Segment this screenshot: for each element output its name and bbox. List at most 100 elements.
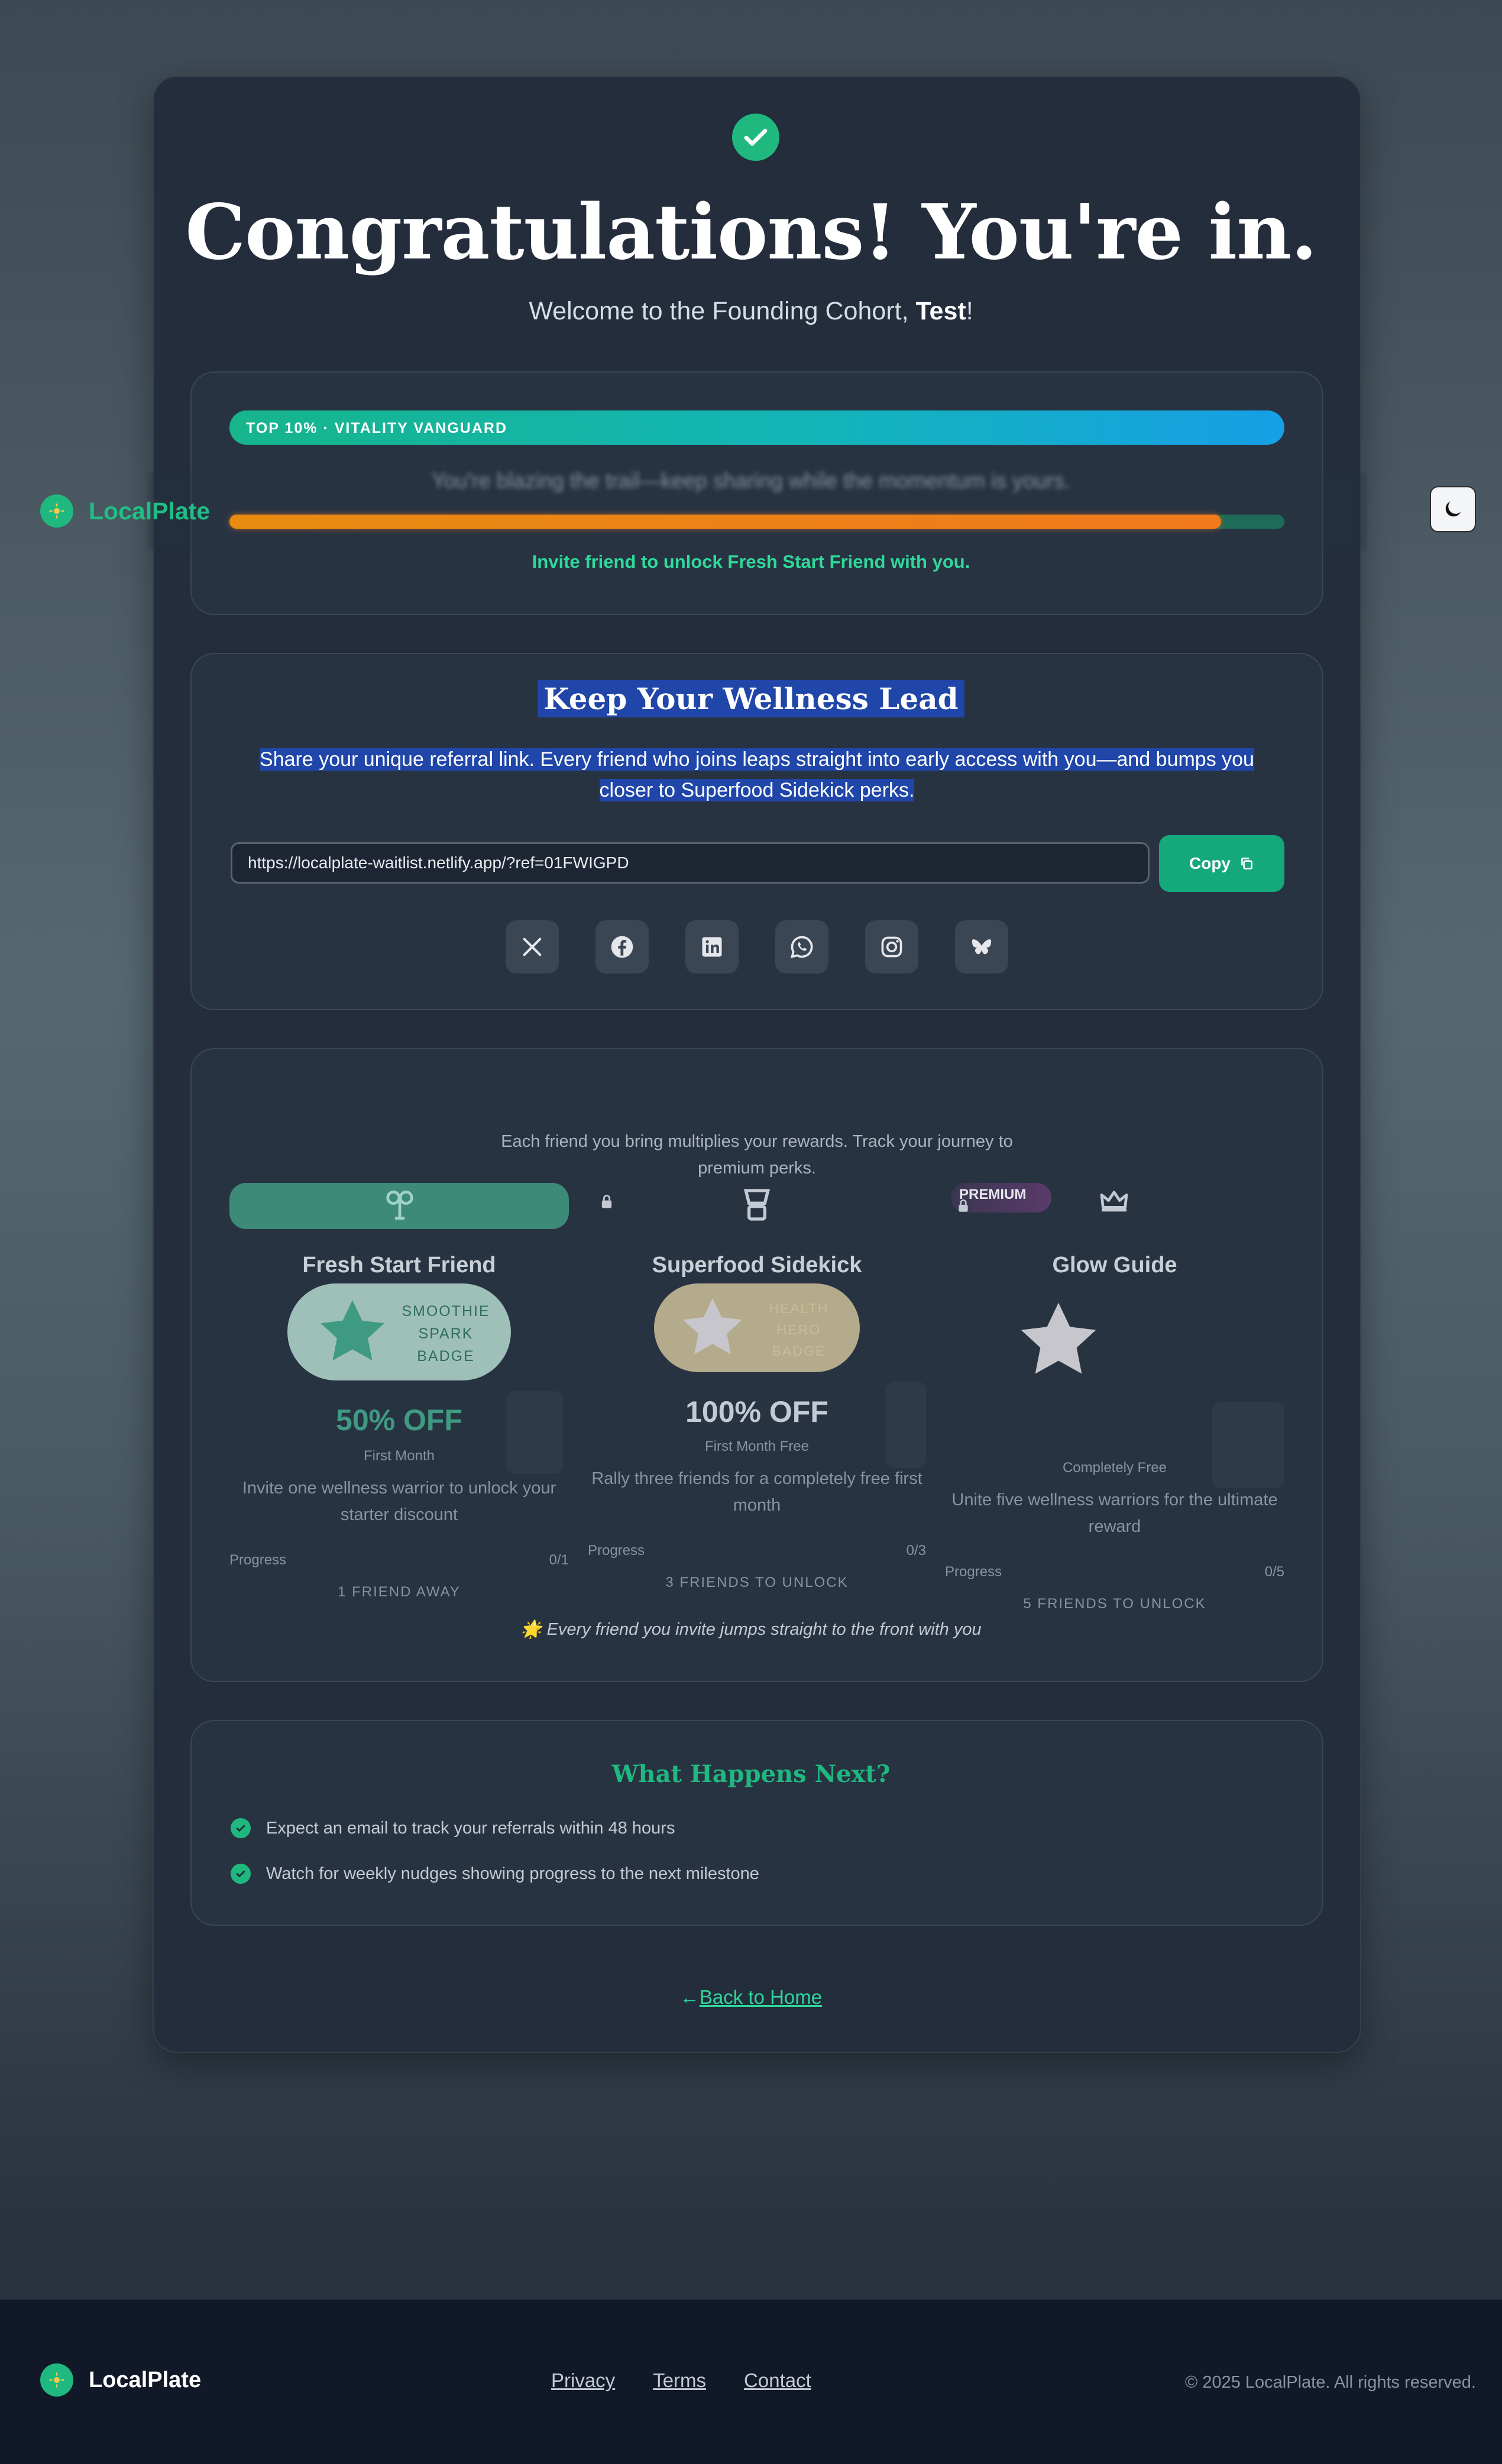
reward-description: Rally three friends for a completely fre… <box>591 1469 922 1515</box>
reward-duration: First Month <box>363 1448 435 1464</box>
theme-toggle-button[interactable] <box>1430 486 1476 532</box>
rank-badge-bar: TOP 10% · VITALITY VANGUARD <box>229 410 1284 445</box>
share-description-line1: Share your unique referral link. Every f… <box>260 748 1254 771</box>
back-to-home-link[interactable]: ←Back to Home <box>0 1986 1502 2009</box>
reward-discount: 100% OFF <box>685 1395 828 1428</box>
rewards-description: Each friend you bring multiplies your re… <box>501 1132 1013 1178</box>
reward-duration: Completely Free <box>1062 1460 1167 1476</box>
footer-link-contact[interactable]: Contact <box>744 2369 811 2392</box>
share-title: Keep Your Wellness Lead <box>0 680 1502 717</box>
reward-badge: HEALTH HERO BADGE <box>654 1283 860 1372</box>
header-backdrop <box>148 473 1366 550</box>
reward-progress-label: Progress <box>945 1564 1002 1580</box>
ribbon-icon <box>386 1191 413 1220</box>
check-circle-icon <box>231 1864 251 1884</box>
reward-badge-label: SMOOTHIE SPARK BADGE <box>399 1300 493 1367</box>
next-step-text: Watch for weekly nudges showing progress… <box>266 1864 759 1883</box>
reward-card-superfood: Superfood Sidekick HEALTH HERO BADGE 100… <box>588 1183 926 1593</box>
reward-badge: SMOOTHIE SPARK BADGE <box>287 1283 511 1380</box>
invite-hint: Invite friend to unlock Fresh Start Frie… <box>532 551 970 572</box>
page-title: Congratulations! You're in. <box>185 188 1318 277</box>
lock-icon <box>959 1199 968 1212</box>
reward-progress-label: Progress <box>588 1543 645 1558</box>
crown-icon <box>1100 1191 1128 1212</box>
instagram-icon <box>881 936 902 958</box>
reward-unlock-label: 3 FRIENDS TO UNLOCK <box>665 1574 849 1590</box>
share-bluesky-button[interactable] <box>955 920 1008 974</box>
reward-badge-label: HEALTH HERO BADGE <box>755 1298 843 1362</box>
footer-logo[interactable]: LocalPlate <box>40 2363 201 2397</box>
share-x-button[interactable] <box>506 920 559 974</box>
share-whatsapp-button[interactable] <box>775 920 828 974</box>
referral-link-input[interactable] <box>231 842 1150 884</box>
share-instagram-button[interactable] <box>865 920 918 974</box>
lock-icon <box>601 1195 612 1208</box>
share-linkedin-button[interactable] <box>685 920 739 974</box>
logo-icon <box>40 2363 73 2397</box>
bluesky-icon <box>972 939 992 955</box>
share-title-text: Keep Your Wellness Lead <box>538 680 964 717</box>
reward-unlock-label: 5 FRIENDS TO UNLOCK <box>1023 1596 1206 1612</box>
copy-button-label: Copy <box>1189 854 1231 872</box>
reward-progress-value: 0/5 <box>1264 1564 1284 1580</box>
blender-icon <box>743 1189 771 1221</box>
badge-line: BADGE <box>772 1343 826 1359</box>
reward-name: Superfood Sidekick <box>652 1253 862 1278</box>
footer: LocalPlate Privacy Terms Contact © 2025 … <box>0 2300 1502 2464</box>
rank-progress-fill <box>229 515 1221 529</box>
reward-discount: 50% OFF <box>336 1404 462 1437</box>
footer-links: Privacy Terms Contact <box>551 2369 811 2392</box>
reward-card-fresh-start: Fresh Start Friend SMOOTHIE SPARK BADGE … <box>229 1183 569 1603</box>
star-icon <box>1021 1302 1096 1374</box>
reward-progress-value: 0/3 <box>906 1543 926 1558</box>
check-circle-icon <box>231 1818 251 1838</box>
footer-link-terms[interactable]: Terms <box>653 2369 706 2392</box>
badge-line: HEALTH <box>769 1301 829 1316</box>
copyright: © 2025 LocalPlate. All rights reserved. <box>1184 2373 1476 2392</box>
facebook-icon <box>611 936 633 958</box>
check-icon <box>732 114 779 161</box>
reward-name: Fresh Start Friend <box>302 1253 496 1278</box>
reward-duration: First Month Free <box>704 1438 810 1454</box>
welcome-suffix: ! <box>966 297 973 325</box>
footer-logo-text: LocalPlate <box>89 2367 202 2392</box>
share-facebook-button[interactable] <box>595 920 649 974</box>
next-step-item: Expect an email to track your referrals … <box>231 1818 675 1838</box>
copy-button[interactable]: Copy <box>1159 835 1284 892</box>
logo-icon <box>40 494 73 528</box>
reward-name: Glow Guide <box>1052 1253 1177 1278</box>
star-icon <box>683 1298 742 1354</box>
footer-link-privacy[interactable]: Privacy <box>551 2369 615 2392</box>
whatsapp-icon <box>790 936 813 959</box>
badge-line: SPARK <box>418 1325 474 1342</box>
welcome-subtitle: Welcome to the Founding Cohort, Test! <box>0 297 1502 326</box>
rank-badge-label: TOP 10% · VITALITY VANGUARD <box>246 420 508 436</box>
reward-unlock-label: 1 FRIEND AWAY <box>338 1584 461 1600</box>
badge-line: SMOOTHIE <box>402 1303 490 1320</box>
welcome-prefix: Welcome to the Founding Cohort, <box>529 297 916 325</box>
badge-line: HERO <box>776 1322 821 1337</box>
rewards-footnote: 🌟 Every friend you invite jumps straight… <box>520 1620 982 1639</box>
user-name: Test <box>915 297 966 325</box>
rank-progress-track <box>229 515 1284 529</box>
back-to-home-label: Back to Home <box>699 1986 823 2008</box>
logo-text: LocalPlate <box>89 497 211 525</box>
reward-card-glow-guide: PREMIUM Glow Guide Completely Free Unite… <box>945 1183 1284 1615</box>
next-step-text: Expect an email to track your referrals … <box>266 1818 675 1838</box>
share-description-line2: closer to Superfood Sidekick perks. <box>599 779 915 801</box>
reward-description: Unite five wellness warriors for the ult… <box>951 1490 1278 1536</box>
share-description: Share your unique referral link. Every f… <box>248 744 1265 806</box>
next-steps-title: What Happens Next? <box>611 1760 891 1788</box>
reward-progress-label: Progress <box>229 1552 287 1568</box>
linkedin-icon <box>702 937 722 957</box>
arrow-left-icon: ← <box>679 1986 700 2008</box>
copy-icon <box>1241 858 1252 869</box>
badge-line: BADGE <box>417 1348 475 1364</box>
reward-description: Invite one wellness warrior to unlock yo… <box>242 1479 556 1524</box>
x-icon <box>523 937 542 956</box>
star-icon <box>321 1300 384 1361</box>
next-step-item: Watch for weekly nudges showing progress… <box>231 1864 759 1884</box>
moon-icon <box>1445 501 1461 517</box>
header-logo[interactable]: LocalPlate <box>40 494 210 528</box>
reward-progress-value: 0/1 <box>549 1552 569 1568</box>
